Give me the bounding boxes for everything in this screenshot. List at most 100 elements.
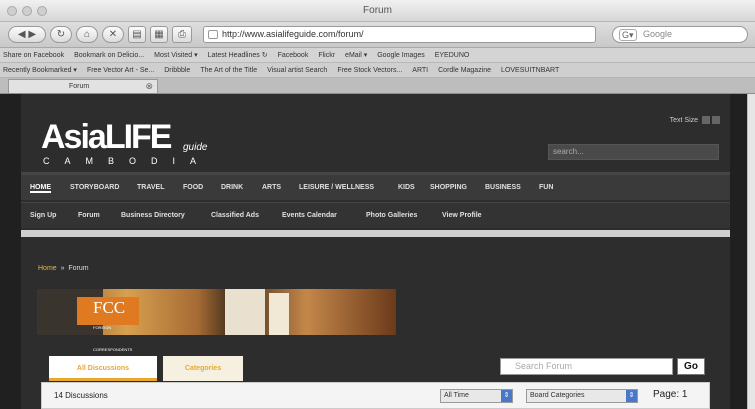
nav-item-shopping[interactable]: SHOPPING bbox=[430, 184, 467, 191]
nav-item-kids[interactable]: KIDS bbox=[398, 184, 415, 191]
breadcrumb-separator: » bbox=[60, 265, 65, 272]
discussion-list-header: 14 Discussions All Time ⇕ Board Categori… bbox=[41, 382, 710, 409]
browser-tab[interactable]: Forum ⊗ bbox=[8, 79, 158, 93]
reload-button[interactable]: ↻ bbox=[50, 26, 72, 43]
subnav-item-forum[interactable]: Forum bbox=[78, 212, 100, 219]
history-icon: ▦ bbox=[154, 29, 164, 40]
print-icon: ⎙ bbox=[178, 29, 186, 40]
text-size-label: Text Size bbox=[669, 116, 699, 124]
window-title: Forum bbox=[363, 5, 392, 16]
logo-guide-text: guide bbox=[183, 142, 208, 153]
address-text[interactable]: http://www.asialifeguide.com/forum/ bbox=[222, 29, 364, 39]
bookmark-item-secondary-3[interactable]: The Art of the Title bbox=[200, 67, 257, 74]
tab-all-discussions[interactable]: All Discussions bbox=[49, 356, 157, 381]
stop-icon: ✕ bbox=[108, 29, 118, 40]
print-button[interactable]: ⎙ bbox=[172, 26, 192, 43]
subnav-item-events-calendar[interactable]: Events Calendar bbox=[282, 212, 337, 219]
bookmark-item-secondary-2[interactable]: Dribbble bbox=[164, 67, 190, 74]
site-favicon-icon bbox=[208, 30, 218, 39]
nav-item-storyboard[interactable]: STORYBOARD bbox=[70, 184, 119, 191]
bookmark-icon: ▤ bbox=[132, 29, 142, 40]
breadcrumb-home-link[interactable]: Home bbox=[38, 265, 57, 272]
bookmark-item-secondary-0[interactable]: Recently Bookmarked ▾ bbox=[3, 67, 77, 74]
page-indicator: Page: 1 bbox=[653, 389, 688, 400]
bookmark-button[interactable]: ▤ bbox=[128, 26, 146, 43]
page-container: AsiaLIFE guide CAMBODIA Text Size search… bbox=[21, 94, 730, 409]
category-filter-value: Board Categories bbox=[530, 392, 585, 399]
nav-item-business[interactable]: BUSINESS bbox=[485, 184, 521, 191]
bookmark-item-7[interactable]: Google Images bbox=[377, 52, 424, 59]
google-icon[interactable]: G▾ bbox=[619, 29, 637, 41]
fcc-logo-text: FCC bbox=[93, 298, 126, 317]
tab-bar: Forum ⊗ bbox=[0, 78, 755, 94]
go-button[interactable]: Go bbox=[677, 358, 705, 375]
browser-search-placeholder[interactable]: Google bbox=[643, 29, 672, 39]
bookmark-item-secondary-8[interactable]: LOVESUITNBART bbox=[501, 67, 559, 74]
banner-window-image bbox=[269, 293, 289, 335]
bookmark-item-6[interactable]: eMail ▾ bbox=[345, 52, 367, 59]
back-forward-buttons[interactable]: ◀ ▶ bbox=[8, 26, 46, 43]
history-button[interactable]: ▦ bbox=[150, 26, 168, 43]
bookmark-item-secondary-4[interactable]: Visual artist Search bbox=[267, 67, 327, 74]
text-size-decrease-button[interactable] bbox=[702, 116, 710, 124]
fcc-banner-ad[interactable]: FCC FOREIGN CORRESPONDENTS CLUB bbox=[37, 289, 396, 374]
time-filter-select[interactable]: All Time ⇕ bbox=[440, 389, 513, 403]
text-size-increase-button[interactable] bbox=[712, 116, 720, 124]
breadcrumb-current: Forum bbox=[68, 265, 89, 272]
reload-icon: ↻ bbox=[56, 29, 66, 40]
bookmark-item-3[interactable]: Latest Headlines ↻ bbox=[208, 52, 268, 59]
nav-item-travel[interactable]: TRAVEL bbox=[137, 184, 164, 191]
time-filter-value: All Time bbox=[444, 392, 469, 399]
category-filter-select[interactable]: Board Categories ⇕ bbox=[526, 389, 638, 403]
site-logo[interactable]: AsiaLIFE guide CAMBODIA bbox=[41, 118, 207, 166]
select-arrows-icon: ⇕ bbox=[626, 390, 637, 402]
nav-item-food[interactable]: FOOD bbox=[183, 184, 203, 191]
bookmark-item-5[interactable]: Flickr bbox=[318, 52, 335, 59]
logo-country-text: CAMBODIA bbox=[43, 156, 212, 166]
vertical-scrollbar[interactable] bbox=[747, 94, 755, 409]
nav-item-home[interactable]: HOME bbox=[30, 184, 51, 193]
tab-categories[interactable]: Categories bbox=[163, 356, 243, 381]
text-size-control: Text Size bbox=[670, 116, 720, 124]
nav-item-fun[interactable]: FUN bbox=[539, 184, 553, 191]
bookmarks-bar: Share on Facebook Bookmark on Delicio... M… bbox=[0, 48, 755, 63]
logo-main-text: AsiaLIFE bbox=[41, 118, 172, 156]
main-nav: HOME STORYBOARD TRAVEL FOOD DRINK ARTS LEISURE… bbox=[21, 172, 730, 200]
banner-window-image bbox=[225, 289, 265, 335]
bookmark-item-2[interactable]: Most Visited ▾ bbox=[154, 52, 197, 59]
bookmark-item-secondary-1[interactable]: Free Vector Art - Se... bbox=[87, 67, 154, 74]
stop-button[interactable]: ✕ bbox=[102, 26, 124, 43]
bookmark-item-1[interactable]: Bookmark on Delicio... bbox=[74, 52, 144, 59]
sub-nav: Sign Up Forum Business Directory Classified… bbox=[21, 202, 730, 228]
bookmark-item-secondary-5[interactable]: Free Stock Vectors... bbox=[337, 67, 402, 74]
browser-search-field[interactable]: G▾ Google bbox=[612, 26, 748, 43]
back-arrow-icon[interactable]: ◀ bbox=[18, 29, 26, 40]
nav-item-arts[interactable]: ARTS bbox=[262, 184, 281, 191]
site-search-input[interactable]: search... bbox=[548, 144, 719, 160]
bookmark-item-0[interactable]: Share on Facebook bbox=[3, 52, 64, 59]
web-page: AsiaLIFE guide CAMBODIA Text Size search… bbox=[0, 94, 747, 409]
browser-toolbar: ◀ ▶ ↻ ⌂ ✕ ▤ ▦ ⎙ http://www.asialifeguide… bbox=[0, 22, 755, 48]
bookmark-item-secondary-7[interactable]: Cordle Magazine bbox=[438, 67, 491, 74]
nav-item-leisure-wellness[interactable]: LEISURE / WELLNESS bbox=[299, 184, 374, 191]
forum-search-input[interactable]: Search Forum bbox=[500, 358, 673, 375]
browser-window: Forum ◀ ▶ ↻ ⌂ ✕ ▤ ▦ ⎙ http://www.asialif… bbox=[0, 0, 755, 409]
close-tab-icon[interactable]: ⊗ bbox=[145, 80, 153, 93]
title-bar: Forum bbox=[0, 0, 755, 22]
subnav-item-photo-galleries[interactable]: Photo Galleries bbox=[366, 212, 417, 219]
home-button[interactable]: ⌂ bbox=[76, 26, 98, 43]
address-bar[interactable]: http://www.asialifeguide.com/forum/ bbox=[203, 26, 596, 43]
fcc-logo: FCC FOREIGN CORRESPONDENTS CLUB bbox=[77, 297, 139, 374]
subnav-item-business-directory[interactable]: Business Directory bbox=[121, 212, 185, 219]
subnav-item-classified-ads[interactable]: Classified Ads bbox=[211, 212, 259, 219]
forward-arrow-icon[interactable]: ▶ bbox=[28, 29, 36, 40]
breadcrumb: Home » Forum bbox=[38, 265, 89, 272]
bookmark-item-4[interactable]: Facebook bbox=[278, 52, 309, 59]
discussion-count: 14 Discussions bbox=[54, 391, 108, 400]
bookmark-item-8[interactable]: EYEDUNO bbox=[435, 52, 470, 59]
nav-item-drink[interactable]: DRINK bbox=[221, 184, 243, 191]
subnav-item-view-profile[interactable]: View Profile bbox=[442, 212, 482, 219]
bookmark-item-secondary-6[interactable]: ARTI bbox=[412, 67, 428, 74]
subnav-item-sign-up[interactable]: Sign Up bbox=[30, 212, 56, 219]
divider-band bbox=[21, 230, 730, 237]
